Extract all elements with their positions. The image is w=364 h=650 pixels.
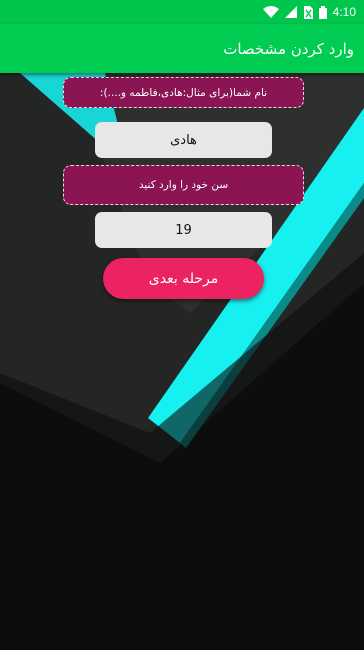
next-step-button[interactable]: مرحله بعدی — [103, 258, 264, 299]
age-label: سن خود را وارد کنید — [63, 165, 304, 205]
form: نام شما(برای مثال:هادی،فاطمه و....): هاد… — [0, 0, 364, 650]
app-bar: وارد کردن مشخصات — [0, 24, 364, 73]
name-label: نام شما(برای مثال:هادی،فاطمه و....): — [63, 77, 304, 108]
age-field[interactable]: 19 — [95, 212, 272, 248]
page-title: وارد کردن مشخصات — [223, 39, 354, 58]
name-field[interactable]: هادی — [95, 122, 272, 158]
